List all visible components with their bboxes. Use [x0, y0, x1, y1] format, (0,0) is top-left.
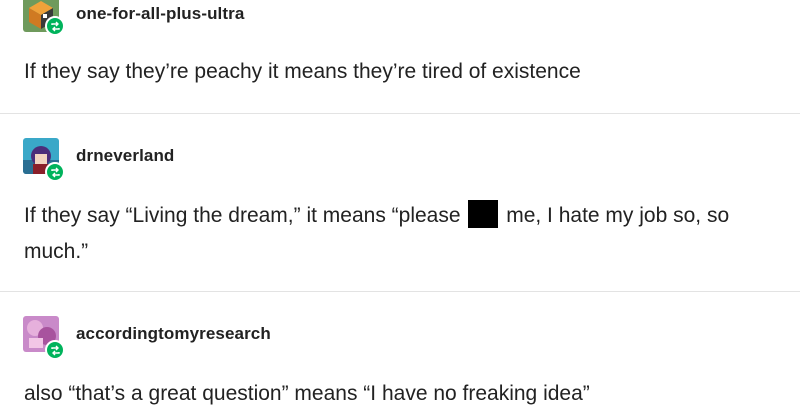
reblog-badge-icon: [45, 340, 65, 360]
post-1: one-for-all-plus-ultra If they say they’…: [0, 0, 800, 113]
username[interactable]: one-for-all-plus-ultra: [76, 4, 244, 24]
post-text-before: If they say “Living the dream,” it means…: [24, 204, 461, 227]
reblog-badge-icon: [45, 162, 65, 182]
post-2: drneverland If they say “Living the drea…: [0, 114, 800, 291]
post-text: If they say they’re peachy it means they…: [24, 60, 581, 83]
redacted-word-block: [468, 200, 499, 228]
post-3: accordingtomyresearch also “that’s a gre…: [0, 292, 800, 420]
reblog-badge-icon: [45, 16, 65, 36]
post-text: If they say “Living the dream,” it means…: [24, 198, 769, 270]
username[interactable]: accordingtomyresearch: [76, 324, 271, 344]
username[interactable]: drneverland: [76, 146, 174, 166]
post-text: also “that’s a great question” means “I …: [24, 382, 590, 405]
